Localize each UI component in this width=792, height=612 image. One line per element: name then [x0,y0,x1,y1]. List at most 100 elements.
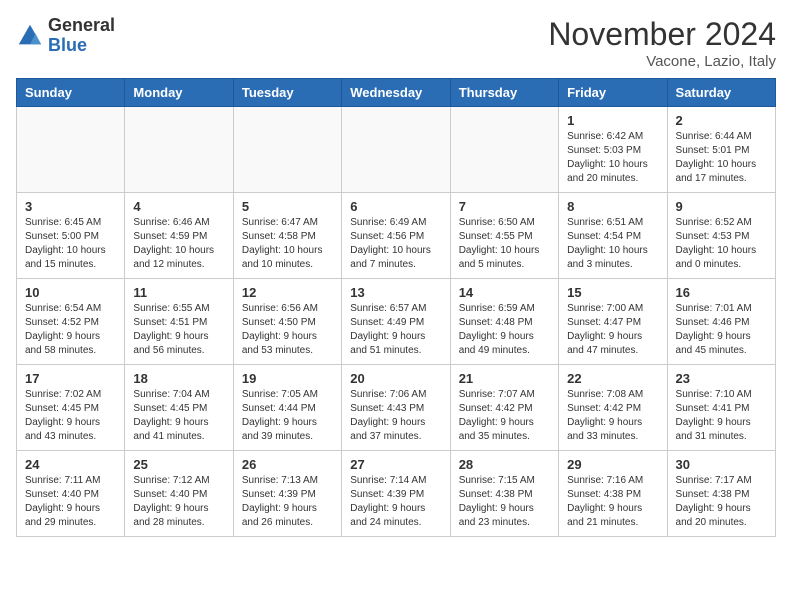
weekday-header-sunday: Sunday [17,79,125,107]
day-info: Sunrise: 6:55 AM Sunset: 4:51 PM Dayligh… [133,302,224,358]
day-info: Sunrise: 7:13 AM Sunset: 4:39 PM Dayligh… [242,474,333,530]
day-info: Sunrise: 6:52 AM Sunset: 4:53 PM Dayligh… [676,216,767,272]
day-info: Sunrise: 6:50 AM Sunset: 4:55 PM Dayligh… [459,216,550,272]
day-info: Sunrise: 7:08 AM Sunset: 4:42 PM Dayligh… [567,388,658,444]
weekday-header-thursday: Thursday [450,79,558,107]
day-info: Sunrise: 7:16 AM Sunset: 4:38 PM Dayligh… [567,474,658,530]
day-info: Sunrise: 6:56 AM Sunset: 4:50 PM Dayligh… [242,302,333,358]
day-info: Sunrise: 6:44 AM Sunset: 5:01 PM Dayligh… [676,130,767,186]
day-number: 6 [350,199,441,214]
week-row-4: 17 Sunrise: 7:02 AM Sunset: 4:45 PM Dayli… [17,365,776,451]
day-number: 30 [676,457,767,472]
calendar-cell: 21Sunrise: 7:07 AM Sunset: 4:42 PM Dayli… [450,365,558,451]
calendar-title: November 2024 [548,16,776,53]
day-number: 12 [242,285,333,300]
calendar-subtitle: Vacone, Lazio, Italy [548,53,776,70]
day-info: Sunrise: 7:02 AM Sunset: 4:45 PM Dayligh… [25,388,116,444]
day-number: 21 [459,371,550,386]
calendar-cell: 5Sunrise: 6:47 AM Sunset: 4:58 PM Daylig… [233,193,341,279]
day-info: Sunrise: 7:15 AM Sunset: 4:38 PM Dayligh… [459,474,550,530]
calendar-cell: 24 Sunrise: 7:11 AM Sunset: 4:40 PM Dayli… [17,451,125,537]
weekday-header-saturday: Saturday [667,79,775,107]
calendar-cell: 16Sunrise: 7:01 AM Sunset: 4:46 PM Dayli… [667,279,775,365]
calendar-cell: 4 Sunrise: 6:46 AM Sunset: 4:59 PM Daylig… [125,193,233,279]
day-info: Sunrise: 7:06 AM Sunset: 4:43 PM Dayligh… [350,388,441,444]
day-number: 11 [133,285,224,300]
day-info: Sunrise: 6:45 AM Sunset: 5:00 PM Dayligh… [25,216,116,272]
day-number: 18 [133,371,224,386]
day-number: 14 [459,285,550,300]
day-number: 20 [350,371,441,386]
page-header: GeneralBlue November 2024 Vacone, Lazio,… [16,16,776,70]
day-info: Sunrise: 7:05 AM Sunset: 4:44 PM Dayligh… [242,388,333,444]
calendar-cell: 6 Sunrise: 6:49 AM Sunset: 4:56 PM Daylig… [342,193,450,279]
week-row-3: 10 Sunrise: 6:54 AM Sunset: 4:52 PM Dayli… [17,279,776,365]
day-info: Sunrise: 7:04 AM Sunset: 4:45 PM Dayligh… [133,388,224,444]
calendar-cell: 20 Sunrise: 7:06 AM Sunset: 4:43 PM Dayli… [342,365,450,451]
calendar-cell [125,107,233,193]
day-number: 29 [567,457,658,472]
weekday-header-tuesday: Tuesday [233,79,341,107]
calendar-cell: 25Sunrise: 7:12 AM Sunset: 4:40 PM Dayli… [125,451,233,537]
weekday-header-monday: Monday [125,79,233,107]
day-number: 2 [676,113,767,128]
calendar-cell [342,107,450,193]
day-info: Sunrise: 6:49 AM Sunset: 4:56 PM Dayligh… [350,216,441,272]
day-number: 23 [676,371,767,386]
day-info: Sunrise: 7:00 AM Sunset: 4:47 PM Dayligh… [567,302,658,358]
calendar-cell: 23 Sunrise: 7:10 AM Sunset: 4:41 PM Dayli… [667,365,775,451]
day-info: Sunrise: 6:46 AM Sunset: 4:59 PM Dayligh… [133,216,224,272]
calendar-cell: 15 Sunrise: 7:00 AM Sunset: 4:47 PM Dayli… [559,279,667,365]
day-number: 17 [25,371,116,386]
day-info: Sunrise: 6:54 AM Sunset: 4:52 PM Dayligh… [25,302,116,358]
day-info: Sunrise: 6:59 AM Sunset: 4:48 PM Dayligh… [459,302,550,358]
day-info: Sunrise: 6:51 AM Sunset: 4:54 PM Dayligh… [567,216,658,272]
day-number: 19 [242,371,333,386]
day-number: 8 [567,199,658,214]
day-info: Sunrise: 6:42 AM Sunset: 5:03 PM Dayligh… [567,130,658,186]
day-number: 13 [350,285,441,300]
calendar-cell: 12 Sunrise: 6:56 AM Sunset: 4:50 PM Dayli… [233,279,341,365]
day-number: 25 [133,457,224,472]
day-number: 15 [567,285,658,300]
calendar-cell: 14 Sunrise: 6:59 AM Sunset: 4:48 PM Dayli… [450,279,558,365]
day-info: Sunrise: 7:11 AM Sunset: 4:40 PM Dayligh… [25,474,116,530]
calendar-cell: 7Sunrise: 6:50 AM Sunset: 4:55 PM Daylig… [450,193,558,279]
calendar-cell: 17 Sunrise: 7:02 AM Sunset: 4:45 PM Dayli… [17,365,125,451]
calendar-cell [450,107,558,193]
weekday-header-wednesday: Wednesday [342,79,450,107]
logo: GeneralBlue [16,16,115,56]
calendar-cell: 3 Sunrise: 6:45 AM Sunset: 5:00 PM Daylig… [17,193,125,279]
calendar-cell: 30 Sunrise: 7:17 AM Sunset: 4:38 PM Dayli… [667,451,775,537]
week-row-1: 1Sunrise: 6:42 AM Sunset: 5:03 PM Daylig… [17,107,776,193]
week-row-5: 24 Sunrise: 7:11 AM Sunset: 4:40 PM Dayli… [17,451,776,537]
calendar-cell: 10 Sunrise: 6:54 AM Sunset: 4:52 PM Dayli… [17,279,125,365]
day-info: Sunrise: 7:10 AM Sunset: 4:41 PM Dayligh… [676,388,767,444]
calendar-cell: 9Sunrise: 6:52 AM Sunset: 4:53 PM Daylig… [667,193,775,279]
day-number: 3 [25,199,116,214]
day-number: 4 [133,199,224,214]
calendar-cell: 26 Sunrise: 7:13 AM Sunset: 4:39 PM Dayli… [233,451,341,537]
day-number: 24 [25,457,116,472]
calendar-cell: 19 Sunrise: 7:05 AM Sunset: 4:44 PM Dayli… [233,365,341,451]
calendar-cell [17,107,125,193]
calendar-cell: 13 Sunrise: 6:57 AM Sunset: 4:49 PM Dayli… [342,279,450,365]
calendar-cell: 8 Sunrise: 6:51 AM Sunset: 4:54 PM Daylig… [559,193,667,279]
calendar-cell: 1Sunrise: 6:42 AM Sunset: 5:03 PM Daylig… [559,107,667,193]
day-number: 26 [242,457,333,472]
weekday-header-row: SundayMondayTuesdayWednesdayThursdayFrid… [17,79,776,107]
day-info: Sunrise: 6:57 AM Sunset: 4:49 PM Dayligh… [350,302,441,358]
logo-icon [16,22,44,50]
calendar-cell: 29 Sunrise: 7:16 AM Sunset: 4:38 PM Dayli… [559,451,667,537]
calendar-cell: 27Sunrise: 7:14 AM Sunset: 4:39 PM Dayli… [342,451,450,537]
calendar-cell: 2 Sunrise: 6:44 AM Sunset: 5:01 PM Daylig… [667,107,775,193]
day-info: Sunrise: 7:17 AM Sunset: 4:38 PM Dayligh… [676,474,767,530]
day-number: 22 [567,371,658,386]
day-number: 10 [25,285,116,300]
week-row-2: 3 Sunrise: 6:45 AM Sunset: 5:00 PM Daylig… [17,193,776,279]
calendar-table: SundayMondayTuesdayWednesdayThursdayFrid… [16,78,776,537]
calendar-cell: 22 Sunrise: 7:08 AM Sunset: 4:42 PM Dayli… [559,365,667,451]
calendar-cell: 28 Sunrise: 7:15 AM Sunset: 4:38 PM Dayli… [450,451,558,537]
day-number: 5 [242,199,333,214]
day-number: 28 [459,457,550,472]
